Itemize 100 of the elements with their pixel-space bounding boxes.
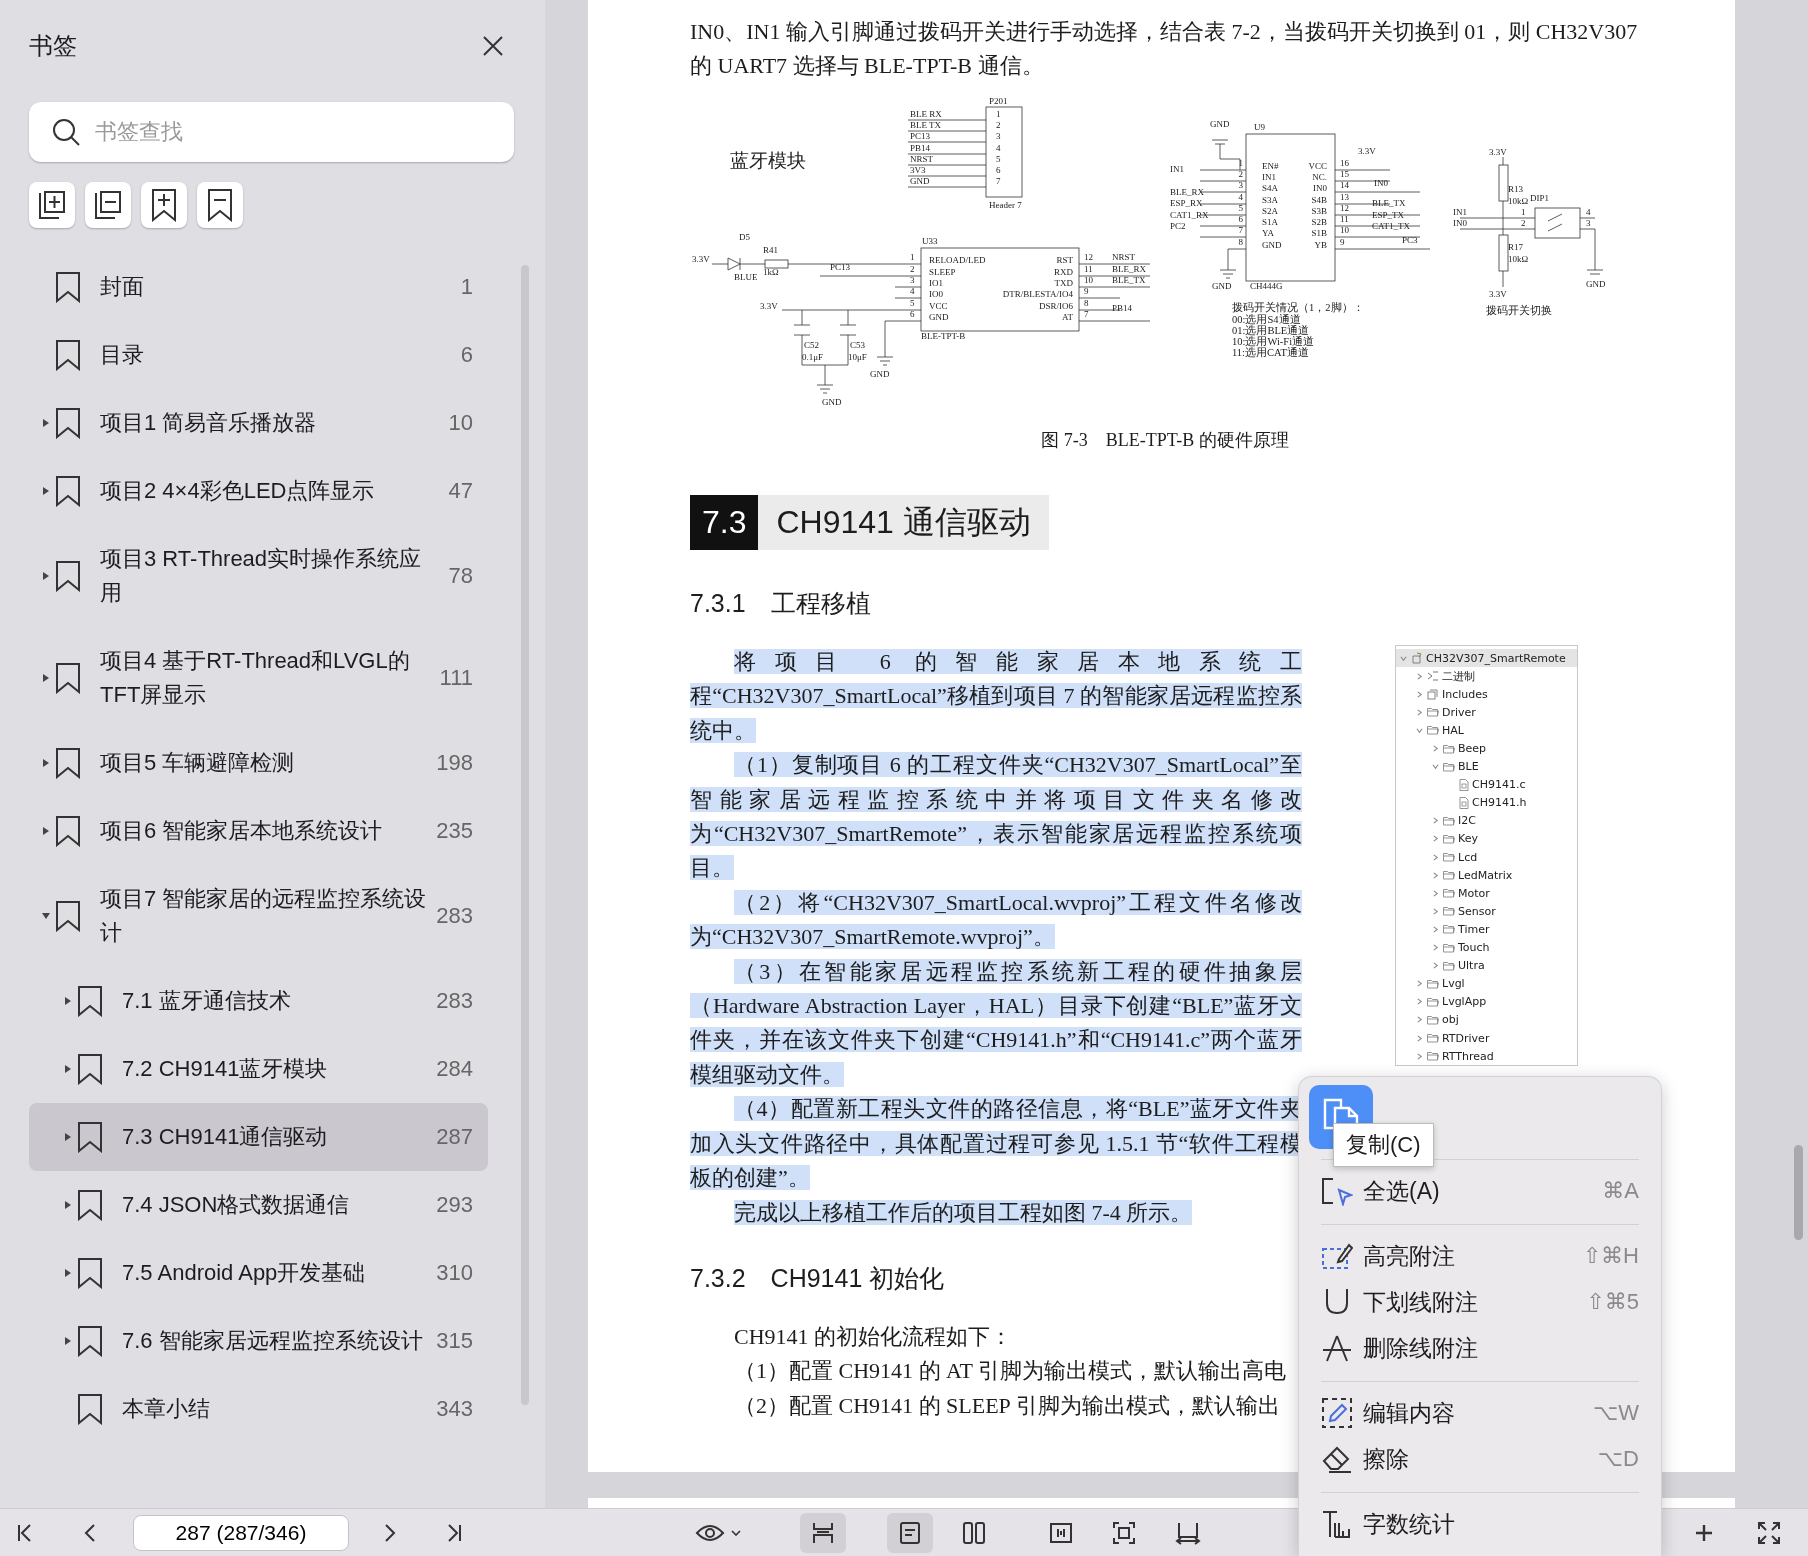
project-icon xyxy=(1411,652,1423,665)
schematic-label: 10:选用Wi-Fi通道 xyxy=(1232,336,1315,348)
bookmark-icon xyxy=(55,747,81,779)
module-label: 蓝牙模块 xyxy=(730,149,806,171)
schematic-label: RST xyxy=(1056,255,1073,266)
bookmark-item[interactable]: 项目1 简易音乐播放器 10 xyxy=(29,389,488,457)
bookmark-item[interactable]: 封面 1 xyxy=(29,253,488,321)
disclosure-triangle-icon[interactable] xyxy=(41,911,51,921)
view-button[interactable] xyxy=(887,1512,933,1553)
bookmark-item[interactable]: 目录 6 xyxy=(29,321,488,389)
schematic-label: BLE_TX xyxy=(1112,275,1146,286)
bookmark-item[interactable]: 项目2 4×4彩色LED点阵显示 47 xyxy=(29,457,488,525)
schematic-label: 12 xyxy=(1084,252,1093,263)
page-number-field[interactable]: 287 (287/346) xyxy=(133,1514,349,1551)
tree-item: Beep xyxy=(1396,739,1577,758)
schematic-label: 8 xyxy=(1238,237,1243,248)
file-icon xyxy=(1459,796,1469,809)
bookmark-tool-button[interactable] xyxy=(85,182,131,228)
schematic-label: 9 xyxy=(1084,286,1089,297)
bookmark-item[interactable]: 项目5 车辆避障检测 198 xyxy=(29,729,488,797)
disclosure-triangle-icon[interactable] xyxy=(41,486,51,496)
folder-icon xyxy=(1443,834,1455,844)
schematic-label: 8 xyxy=(1084,298,1089,309)
bookmark-item[interactable]: 项目6 智能家居本地系统设计 235 xyxy=(29,797,488,865)
single-page-icon xyxy=(899,1520,921,1545)
schematic-label: S1A xyxy=(1262,217,1278,228)
schematic-label: C53 xyxy=(850,340,865,351)
text-count-icon xyxy=(1321,1509,1353,1539)
schematic-label: 16 xyxy=(1340,158,1349,169)
menu-item[interactable]: 高亮附注 ⇧⌘H xyxy=(1321,1233,1639,1279)
schematic-label: GND xyxy=(1262,240,1282,251)
disclosure-triangle-icon[interactable] xyxy=(41,418,51,428)
library-icon xyxy=(1427,688,1439,701)
disclosure-triangle-icon[interactable] xyxy=(63,1064,73,1074)
tree-item: 二进制 xyxy=(1396,667,1577,686)
bookmark-tool-button[interactable] xyxy=(197,182,243,228)
schematic-label: R17 xyxy=(1508,242,1523,253)
disclosure-triangle-icon[interactable] xyxy=(63,1132,73,1142)
schematic-label: 4 xyxy=(996,143,1001,154)
schematic-label: CAT1_TX xyxy=(1372,221,1410,232)
tree-item: Driver xyxy=(1396,703,1577,722)
bookmark-item[interactable]: 本章小结 343 xyxy=(29,1375,488,1443)
stacked-plus-icon xyxy=(37,189,67,221)
disclosure-triangle-icon[interactable] xyxy=(41,571,51,581)
close-icon xyxy=(482,35,504,57)
eraser-icon xyxy=(1321,1444,1353,1474)
disclosure-triangle-icon[interactable] xyxy=(63,996,73,1006)
bookmark-item[interactable]: 7.2 CH9141蓝牙模块 284 xyxy=(29,1035,488,1103)
schematic-label: SLEEP xyxy=(929,267,956,278)
schematic-label: 3.3V xyxy=(1489,289,1507,300)
schematic-label: IN1 xyxy=(1453,207,1467,218)
folder-icon xyxy=(1443,815,1455,826)
bookmark-tool-button[interactable] xyxy=(29,182,75,228)
bookmark-item[interactable]: 7.4 JSON格式数据通信 293 xyxy=(29,1171,488,1239)
disclosure-triangle-icon[interactable] xyxy=(41,758,51,768)
menu-item[interactable]: 删除线附注 xyxy=(1321,1325,1639,1371)
schematic-label: PC3 xyxy=(1402,235,1418,246)
bookmark-icon xyxy=(55,407,81,439)
bookmark-icon xyxy=(55,560,81,592)
disclosure-triangle-icon[interactable] xyxy=(63,1268,73,1278)
folder-icon xyxy=(1427,725,1439,736)
menu-item[interactable]: 下划线附注 ⇧⌘5 xyxy=(1321,1279,1639,1325)
schematic-label: YA xyxy=(1262,228,1274,239)
schematic-label: 11 xyxy=(1340,214,1349,225)
menu-item[interactable]: 编辑内容 ⌥W xyxy=(1321,1390,1639,1436)
disclosure-triangle-icon[interactable] xyxy=(41,826,51,836)
menu-item[interactable]: 擦除 ⌥D xyxy=(1321,1436,1639,1482)
caret-icon xyxy=(731,1529,741,1536)
folder-icon xyxy=(1443,870,1455,881)
schematic-label: IN1 xyxy=(1170,164,1184,175)
scrollbar-thumb[interactable] xyxy=(1794,1145,1803,1240)
schematic-label: GND xyxy=(822,397,842,408)
folder-icon xyxy=(1427,996,1439,1007)
bookmark-item[interactable]: 7.3 CH9141通信驱动 287 xyxy=(29,1103,488,1171)
fit-width-icon xyxy=(1175,1520,1201,1545)
view-button[interactable] xyxy=(800,1512,846,1553)
bookmark-item[interactable]: 项目3 RT-Thread实时操作系统应用 78 xyxy=(29,525,488,627)
schematic-label: EN# xyxy=(1262,161,1279,172)
disclosure-triangle-icon[interactable] xyxy=(63,1336,73,1346)
bookmark-item[interactable]: 7.5 Android App开发基础 310 xyxy=(29,1239,488,1307)
last-page-icon xyxy=(445,1522,463,1543)
body-text: 的 UART7 选择与 BLE-TPT-B 通信。 xyxy=(690,52,1045,80)
schematic-label: IO1 xyxy=(929,278,943,289)
tree-item: Sensor xyxy=(1396,902,1577,921)
body-paragraph: （1）复制项目 6 的工程文件夹“CH32V307_SmartLocal”至智能家居远程监控系统中并将项目文件夹名修改为“CH32V307_SmartRemote”，表示智能家居远程监控系统项目。 xyxy=(690,751,1302,883)
bookmark-tool-button[interactable] xyxy=(141,182,187,228)
folder-icon xyxy=(1443,942,1455,953)
bookmark-icon xyxy=(55,271,81,303)
schematic-label: C52 xyxy=(804,340,819,351)
menu-item[interactable]: 字数统计 xyxy=(1321,1501,1639,1547)
schematic-label: 12 xyxy=(1340,203,1349,214)
disclosure-triangle-icon[interactable] xyxy=(41,673,51,683)
search-field[interactable]: 书签查找 xyxy=(29,102,514,162)
disclosure-triangle-icon[interactable] xyxy=(63,1200,73,1210)
bookmark-item[interactable]: 项目4 基于RT-Thread和LVGL的TFT屏显示 111 xyxy=(29,627,488,729)
schematic-label: 3 xyxy=(996,131,1001,142)
menu-item[interactable]: 全选(A) ⌘A xyxy=(1321,1168,1639,1214)
bookmark-item[interactable]: 7.1 蓝牙通信技术 283 xyxy=(29,967,488,1035)
schematic-label: ESP_RX xyxy=(1170,198,1203,209)
bookmark-item[interactable]: 7.6 智能家居远程监控系统设计 315 xyxy=(29,1307,488,1375)
